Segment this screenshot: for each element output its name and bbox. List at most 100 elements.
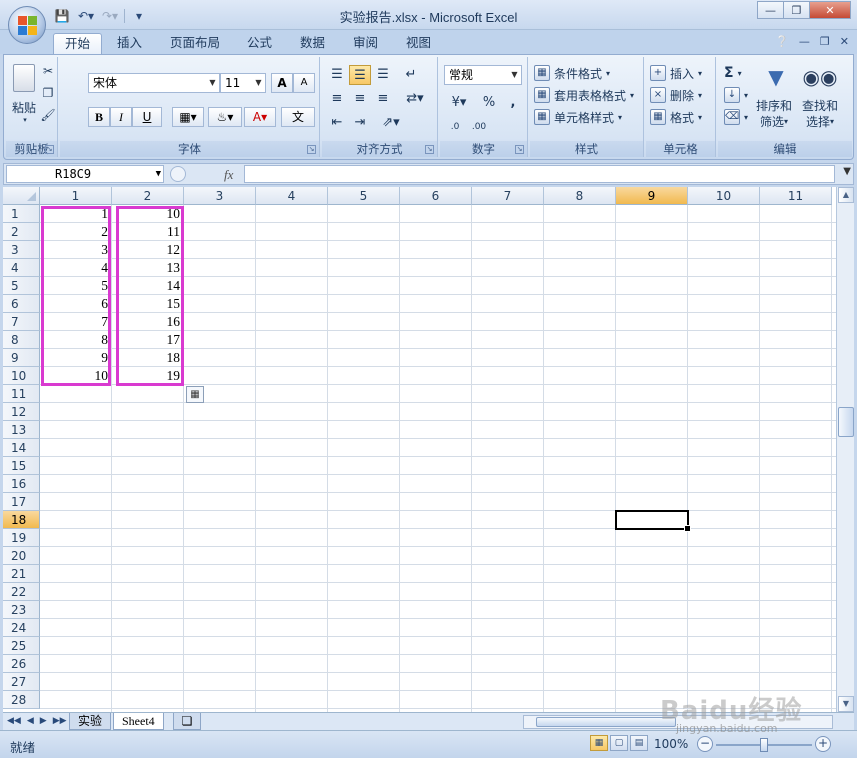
vertical-scroll-thumb[interactable] <box>838 407 854 437</box>
zoom-in-icon[interactable]: + <box>815 736 831 752</box>
number-format-select[interactable]: 常规 ▼ <box>444 65 522 85</box>
scroll-up-icon[interactable]: ▲ <box>838 187 854 203</box>
row-header[interactable]: 21 <box>3 565 40 583</box>
column-header[interactable]: 1 <box>40 187 112 205</box>
wrap-text-icon[interactable]: ↵ <box>400 65 422 85</box>
row-header[interactable]: 24 <box>3 619 40 637</box>
row-header[interactable]: 23 <box>3 601 40 619</box>
prev-sheet-icon[interactable]: ◀ <box>27 714 34 729</box>
column-header[interactable]: 7 <box>472 187 544 205</box>
row-header[interactable]: 11 <box>3 385 40 403</box>
tab-home[interactable]: 开始 <box>53 33 103 54</box>
row-header[interactable]: 20 <box>3 547 40 565</box>
align-left-icon[interactable]: ≡ <box>326 89 348 109</box>
currency-icon[interactable]: ¥▾ <box>444 93 474 113</box>
autosum-button[interactable]: Σ ▾ <box>724 63 742 83</box>
alignment-launcher-icon[interactable]: ↘ <box>425 145 434 154</box>
decrease-decimal-icon[interactable]: .00 <box>468 117 490 137</box>
format-cells-button[interactable]: ▦ 格式 ▾ <box>650 107 702 127</box>
number-launcher-icon[interactable]: ↘ <box>515 145 524 154</box>
font-name-select[interactable]: 宋体 ▼ <box>88 73 220 93</box>
align-center-icon[interactable]: ≡ <box>349 89 371 109</box>
grow-font-button[interactable]: A <box>271 73 293 93</box>
workbook-close-icon[interactable]: ✕ <box>840 35 849 48</box>
row-header[interactable]: 1 <box>3 205 40 223</box>
tab-review[interactable]: 审阅 <box>342 33 389 54</box>
sheet-tab-sheet4[interactable]: Sheet4 <box>113 713 164 730</box>
row-header[interactable]: 25 <box>3 637 40 655</box>
minimize-icon[interactable]: — <box>757 1 784 19</box>
column-header[interactable]: 4 <box>256 187 328 205</box>
borders-icon[interactable]: ▦▾ <box>172 107 204 127</box>
row-header[interactable]: 13 <box>3 421 40 439</box>
paste-dropdown-icon[interactable]: ▾ <box>20 115 30 125</box>
column-header[interactable]: 8 <box>544 187 616 205</box>
row-header[interactable]: 5 <box>3 277 40 295</box>
binoculars-icon[interactable]: ◉◉ <box>803 63 838 91</box>
underline-button[interactable]: U <box>132 107 162 127</box>
ribbon-minimize-icon[interactable]: — <box>799 35 810 48</box>
restore-icon[interactable]: ❐ <box>783 1 810 19</box>
sheet-tab-shiyan[interactable]: 实验 <box>69 713 112 730</box>
tab-view[interactable]: 视图 <box>395 33 442 54</box>
row-header[interactable]: 6 <box>3 295 40 313</box>
comma-button[interactable]: , <box>502 93 524 113</box>
find-select-label-1[interactable]: 查找和 <box>798 97 842 113</box>
help-icon[interactable]: ❔ <box>775 35 789 48</box>
close-icon[interactable]: ✕ <box>809 1 851 19</box>
bold-button[interactable]: B <box>88 107 110 127</box>
row-header[interactable]: 15 <box>3 457 40 475</box>
fill-button[interactable]: ↓ ▾ <box>724 85 748 105</box>
zoom-out-icon[interactable]: − <box>697 736 713 752</box>
find-select-button[interactable]: 选择 ▾ <box>798 113 842 129</box>
first-sheet-icon[interactable]: ◀◀ <box>7 714 21 729</box>
align-top-icon[interactable]: ☰ <box>326 65 348 85</box>
tab-data[interactable]: 数据 <box>289 33 336 54</box>
name-box[interactable]: R18C9 ▼ <box>6 165 164 183</box>
sort-filter-icon[interactable]: ▼ <box>760 63 792 91</box>
sort-filter-button[interactable]: 筛选 ▾ <box>754 113 794 129</box>
clear-button[interactable]: ⌫ ▾ <box>724 107 748 127</box>
row-header[interactable]: 16 <box>3 475 40 493</box>
row-header[interactable]: 7 <box>3 313 40 331</box>
paste-options-icon[interactable]: ▦ <box>186 386 204 403</box>
row-header[interactable]: 26 <box>3 655 40 673</box>
shrink-font-button[interactable]: A <box>293 73 315 93</box>
phonetic-button[interactable]: 文 <box>281 107 315 127</box>
column-header[interactable]: 2 <box>112 187 184 205</box>
align-bottom-icon[interactable]: ☰ <box>372 65 394 85</box>
clipboard-launcher-icon[interactable]: ↘ <box>45 145 54 154</box>
row-header[interactable]: 22 <box>3 583 40 601</box>
delete-cells-button[interactable]: × 删除 ▾ <box>650 85 702 105</box>
tab-page-layout[interactable]: 页面布局 <box>159 33 231 54</box>
format-as-table-button[interactable]: ▦ 套用表格格式 ▾ <box>534 85 634 105</box>
active-cell[interactable] <box>615 510 691 532</box>
select-all-button[interactable] <box>3 187 40 205</box>
font-launcher-icon[interactable]: ↘ <box>307 145 316 154</box>
formula-input[interactable] <box>244 165 835 183</box>
sort-filter-label-1[interactable]: 排序和 <box>754 97 794 113</box>
page-layout-view-icon[interactable]: ▢ <box>610 735 628 751</box>
column-header[interactable]: 5 <box>328 187 400 205</box>
italic-button[interactable]: I <box>110 107 132 127</box>
column-header[interactable]: 10 <box>688 187 760 205</box>
row-header[interactable]: 27 <box>3 673 40 691</box>
decrease-indent-icon[interactable]: ⇤ <box>326 113 348 133</box>
cut-icon[interactable]: ✂ <box>40 63 56 79</box>
align-right-icon[interactable]: ≡ <box>372 89 394 109</box>
row-header[interactable]: 12 <box>3 403 40 421</box>
orientation-icon[interactable]: ⇗▾ <box>376 113 406 133</box>
page-break-view-icon[interactable]: ▤ <box>630 735 648 751</box>
conditional-format-button[interactable]: ▦ 条件格式 ▾ <box>534 63 610 83</box>
format-painter-icon[interactable]: 🖌 <box>40 107 56 123</box>
expand-formula-bar-icon[interactable]: ▼ <box>843 166 851 177</box>
row-header[interactable]: 8 <box>3 331 40 349</box>
zoom-slider-thumb[interactable] <box>760 738 768 752</box>
cell-styles-button[interactable]: ▦ 单元格样式 ▾ <box>534 107 622 127</box>
row-header[interactable]: 28 <box>3 691 40 709</box>
normal-view-icon[interactable]: ▦ <box>590 735 608 751</box>
row-header[interactable]: 9 <box>3 349 40 367</box>
font-size-select[interactable]: 11 ▼ <box>220 73 266 93</box>
row-header[interactable]: 14 <box>3 439 40 457</box>
increase-indent-icon[interactable]: ⇥ <box>349 113 371 133</box>
